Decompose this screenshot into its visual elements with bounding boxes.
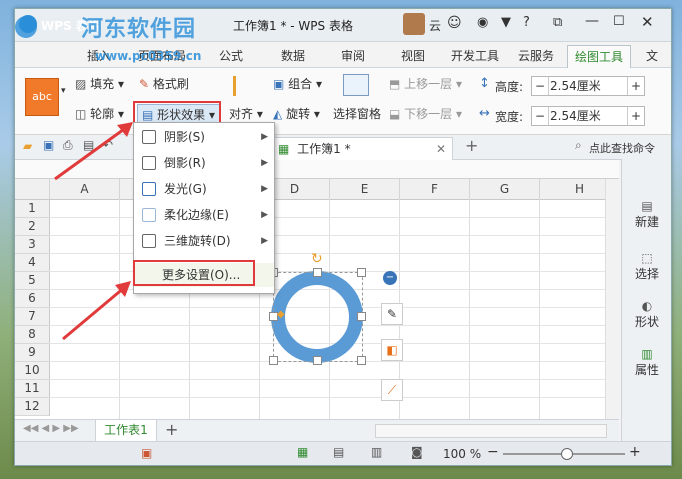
add-sheet-icon[interactable]: + [165, 420, 178, 439]
zoom-out-icon[interactable]: − [487, 444, 499, 460]
zoom-slider-thumb[interactable] [561, 448, 573, 460]
vertical-scrollbar[interactable] [605, 179, 620, 419]
wps-window: WPS 表格 工作簿1 * - WPS 表格 云 ☺ ◉ ▼ ? ⧉ — ☐ ✕… [14, 8, 672, 466]
annotation-arrows [54, 122, 133, 341]
side-new-button[interactable]: ▤ 新建 [622, 199, 671, 230]
status-bar: ▣ ▦ ▤ ▥ ◙ 100 % − + [15, 441, 671, 465]
page-break-view-icon[interactable]: ▥ [371, 445, 382, 459]
reading-view-icon[interactable]: ◙ [411, 445, 423, 459]
page-layout-view-icon[interactable]: ▤ [333, 445, 344, 459]
normal-view-icon[interactable]: ▦ [297, 445, 308, 459]
zoom-in-icon[interactable]: + [629, 444, 641, 460]
sheet-nav-icons[interactable]: ◀◀ ◀ ▶ ▶▶ [23, 423, 79, 434]
shape-icon: ◐ [641, 299, 653, 313]
side-shape-button[interactable]: ◐ 形状 [622, 299, 671, 330]
side-properties-button[interactable]: ▥ 属性 [622, 347, 671, 378]
macro-icon[interactable]: ▣ [141, 446, 152, 460]
sheet-tab-active[interactable]: 工作表1 [95, 420, 157, 442]
properties-icon: ▥ [641, 347, 653, 361]
horizontal-scrollbar[interactable] [375, 424, 607, 438]
new-icon: ▤ [641, 199, 653, 213]
side-select-button[interactable]: ⬚ 选择 [622, 251, 671, 282]
task-pane: ▤ 新建 ⬚ 选择 ◐ 形状 ▥ 属性 [621, 159, 671, 449]
zoom-level[interactable]: 100 % [443, 447, 481, 461]
select-icon: ⬚ [641, 251, 653, 265]
sheet-tab-bar: ◀◀ ◀ ▶ ▶▶ 工作表1 + [15, 419, 619, 442]
